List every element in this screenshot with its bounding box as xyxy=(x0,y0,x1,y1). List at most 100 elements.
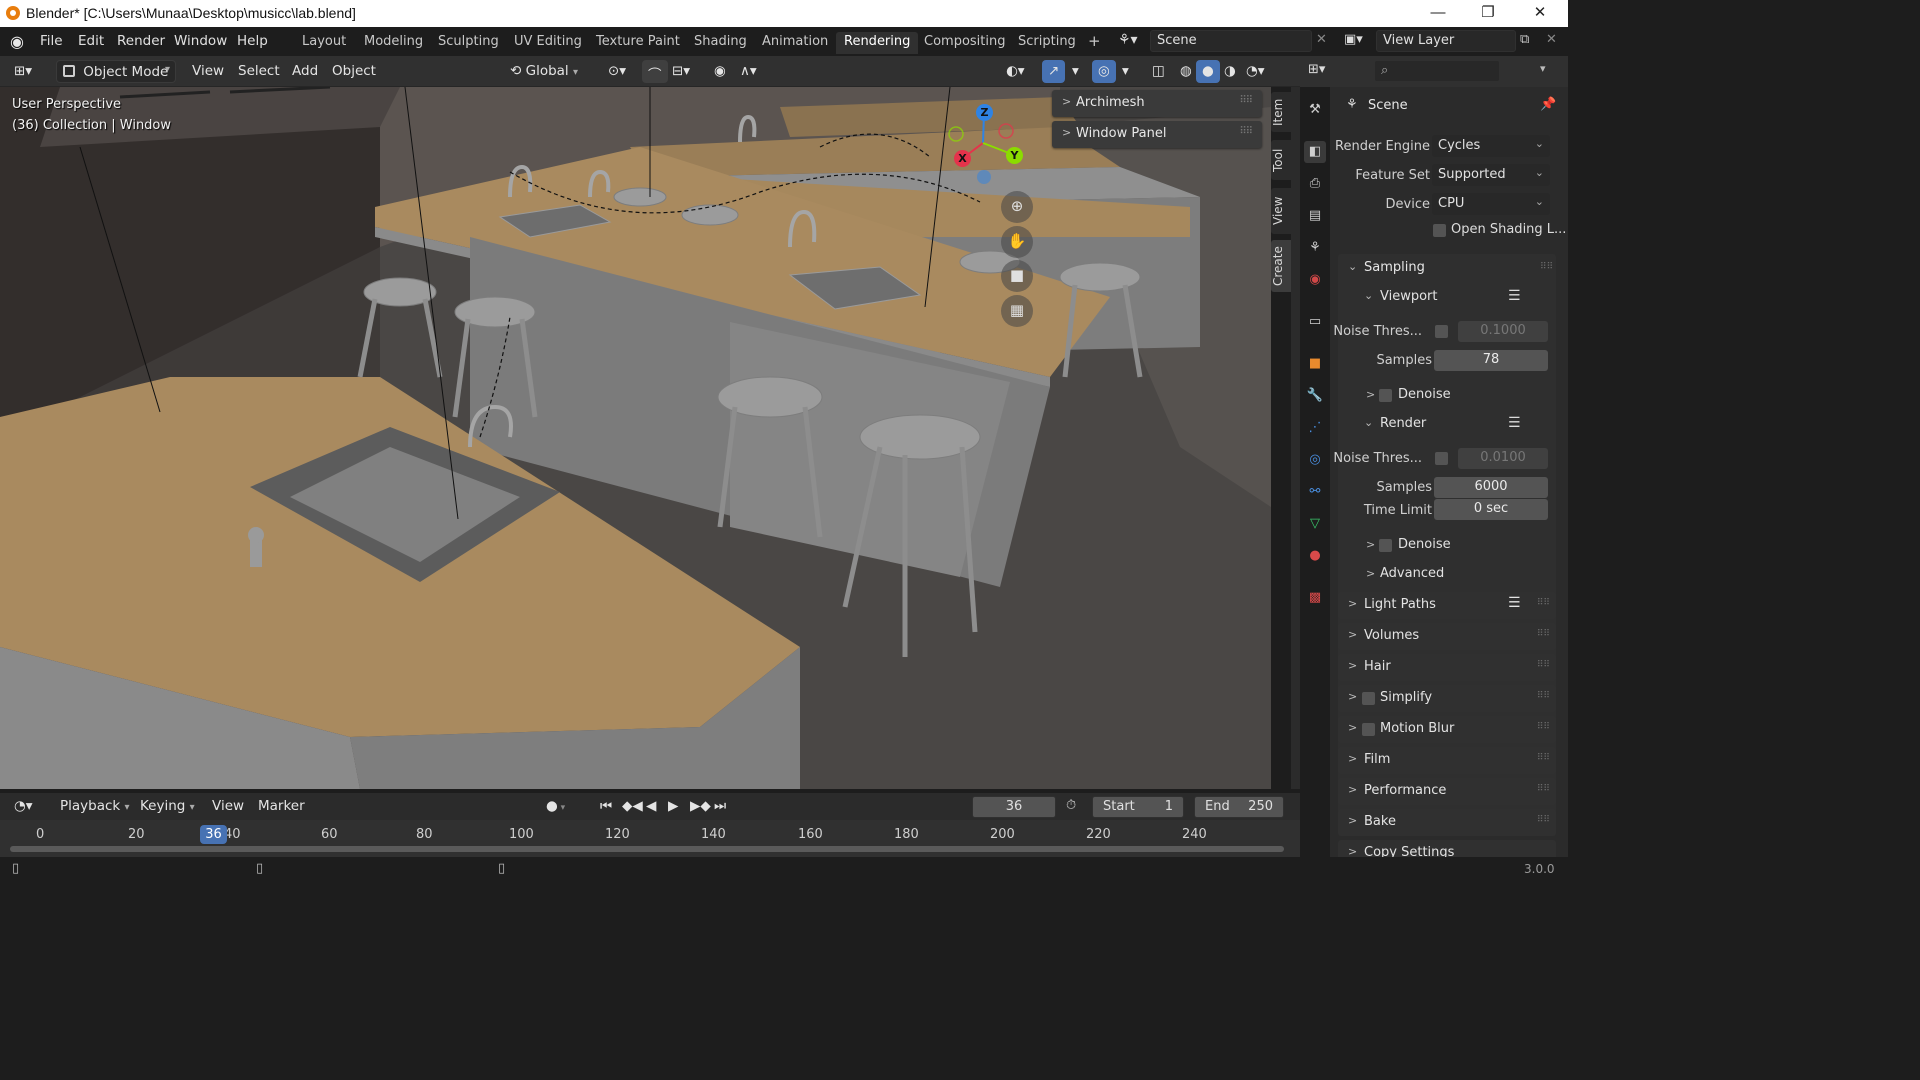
editor-type-icon[interactable]: ⊞▾ xyxy=(8,60,38,83)
gizmo-dropdown-icon[interactable]: ▾ xyxy=(1066,60,1085,83)
properties-options-icon[interactable]: ▾ xyxy=(1540,62,1546,75)
tab-compositing[interactable]: Compositing xyxy=(916,32,1014,54)
viewport-samples-field[interactable]: 78 xyxy=(1434,350,1548,371)
device-dropdown[interactable]: CPU ⌄ xyxy=(1432,193,1550,215)
end-frame-field[interactable]: End 250 xyxy=(1194,796,1284,818)
pan-hand-icon[interactable]: ✋ xyxy=(1001,226,1033,258)
play-icon[interactable]: ▶ xyxy=(662,795,684,818)
properties-editor-type-icon[interactable]: ⊞▾ xyxy=(1308,62,1325,77)
modifier-tab-icon[interactable]: 🔧 xyxy=(1304,385,1326,407)
motion-blur-checkbox[interactable] xyxy=(1362,723,1375,736)
viewport-denoise-checkbox[interactable] xyxy=(1379,389,1392,402)
presets-list-icon[interactable]: ☰ xyxy=(1508,595,1521,611)
material-tab-icon[interactable]: ● xyxy=(1304,545,1326,567)
overlays-dropdown-icon[interactable]: ▾ xyxy=(1116,60,1135,83)
panel-window[interactable]: > Window Panel ⠿⠿ xyxy=(1052,121,1262,148)
object-tab-icon[interactable]: ■ xyxy=(1304,353,1326,375)
section-volumes[interactable]: > Volumes ⠿⠿ xyxy=(1338,623,1556,650)
tool-tab-icon[interactable]: ⚒ xyxy=(1304,99,1326,121)
transform-orientation-dropdown[interactable]: ⟲ Global ▾ xyxy=(504,60,594,83)
menu-view[interactable]: View xyxy=(186,60,230,83)
tab-layout[interactable]: Layout xyxy=(294,32,354,54)
gizmo-toggle-icon[interactable]: ↗ xyxy=(1042,60,1066,83)
drag-grip-icon[interactable]: ⠿⠿ xyxy=(1239,95,1253,106)
section-motion-blur[interactable]: > Motion Blur ⠿⠿ xyxy=(1338,716,1556,743)
panel-archimesh[interactable]: > Archimesh ⠿⠿ xyxy=(1052,90,1262,117)
menu-edit[interactable]: Edit xyxy=(78,33,104,49)
tab-scripting[interactable]: Scripting xyxy=(1010,32,1084,54)
section-performance[interactable]: > Performance ⠿⠿ xyxy=(1338,778,1556,805)
chevron-down-icon[interactable]: ⌄ xyxy=(1364,289,1373,302)
collection-tab-icon[interactable]: ▭ xyxy=(1304,311,1326,333)
zoom-icon[interactable]: ⊕ xyxy=(1001,191,1033,223)
scene-remove-icon[interactable]: ✕ xyxy=(1316,32,1327,47)
render-engine-dropdown[interactable]: Cycles ⌄ xyxy=(1432,135,1550,157)
section-hair[interactable]: > Hair ⠿⠿ xyxy=(1338,654,1556,681)
drag-grip-icon[interactable]: ⠿⠿ xyxy=(1537,784,1550,794)
advanced-subpanel[interactable]: Advanced xyxy=(1380,566,1444,581)
scene-field[interactable]: Scene xyxy=(1150,30,1312,52)
view-layer-remove-icon[interactable]: ✕ xyxy=(1546,32,1557,47)
ortho-grid-icon[interactable]: ▦ xyxy=(1001,295,1033,327)
falloff-icon[interactable]: ∧▾ xyxy=(734,60,763,83)
jump-start-icon[interactable]: ⏮ xyxy=(594,795,618,818)
wireframe-shading-icon[interactable]: ◍ xyxy=(1174,60,1198,83)
render-subpanel[interactable]: Render xyxy=(1380,416,1426,431)
gizmo-x-axis[interactable]: X xyxy=(954,150,971,167)
play-reverse-icon[interactable]: ◀ xyxy=(640,795,662,818)
tab-animation[interactable]: Animation xyxy=(754,32,836,54)
pin-icon[interactable]: 📌 xyxy=(1540,97,1556,112)
tab-texture-paint[interactable]: Texture Paint xyxy=(588,32,688,54)
xray-toggle-icon[interactable]: ◫ xyxy=(1146,60,1171,83)
section-film[interactable]: > Film ⠿⠿ xyxy=(1338,747,1556,774)
chevron-right-icon[interactable]: > xyxy=(1366,388,1375,401)
tab-shading[interactable]: Shading xyxy=(686,32,755,54)
new-view-layer-icon[interactable]: ⧉ xyxy=(1520,32,1529,47)
tab-view[interactable]: View xyxy=(1271,188,1291,234)
camera-view-icon[interactable]: ■ xyxy=(1001,260,1033,292)
timeline-ruler[interactable]: 0 20 40 60 80 100 120 140 160 180 200 22… xyxy=(0,822,1300,852)
open-shading-checkbox[interactable] xyxy=(1433,224,1446,237)
maximize-button[interactable]: ❐ xyxy=(1462,0,1514,27)
chevron-down-icon[interactable]: ⌄ xyxy=(1348,260,1357,273)
snap-toggle-icon[interactable]: ⌒ xyxy=(642,60,668,83)
presets-list-icon[interactable]: ☰ xyxy=(1508,288,1521,304)
timeline-editor-type-icon[interactable]: ◔▾ xyxy=(8,795,39,818)
blender-menu-icon[interactable]: ◉ xyxy=(10,32,30,51)
scene-tab-icon[interactable]: ⚘ xyxy=(1304,237,1326,259)
chevron-right-icon[interactable]: > xyxy=(1366,567,1375,580)
properties-search-input[interactable]: ⌕ xyxy=(1374,60,1500,82)
object-mode-dropdown[interactable]: Object Mode ▾ xyxy=(56,60,176,83)
visibility-icon[interactable]: ◐▾ xyxy=(1000,60,1031,83)
menu-select[interactable]: Select xyxy=(232,60,286,83)
record-icon[interactable]: ● ▾ xyxy=(540,795,571,818)
drag-grip-icon[interactable]: ⠿⠿ xyxy=(1537,722,1550,732)
playhead[interactable]: 36 xyxy=(200,825,227,844)
render-denoise-checkbox[interactable] xyxy=(1379,539,1392,552)
simplify-checkbox[interactable] xyxy=(1362,692,1375,705)
output-tab-icon[interactable]: ⎙ xyxy=(1304,173,1326,195)
start-frame-field[interactable]: Start 1 xyxy=(1092,796,1184,818)
viewport-noise-field[interactable]: 0.1000 xyxy=(1458,321,1548,342)
tab-modeling[interactable]: Modeling xyxy=(356,32,431,54)
drag-grip-icon[interactable]: ⠿⠿ xyxy=(1537,691,1550,701)
drag-grip-icon[interactable]: ⠿⠿ xyxy=(1537,753,1550,763)
overlays-toggle-icon[interactable]: ◎ xyxy=(1092,60,1116,83)
gizmo-y-axis[interactable]: Y xyxy=(1006,147,1023,164)
proportional-edit-icon[interactable]: ◉ xyxy=(708,60,732,83)
tab-item[interactable]: Item xyxy=(1271,92,1291,132)
tab-uv-editing[interactable]: UV Editing xyxy=(506,32,590,54)
chevron-right-icon[interactable]: > xyxy=(1366,538,1375,551)
drag-grip-icon[interactable]: ⠿⠿ xyxy=(1239,126,1253,137)
drag-grip-icon[interactable]: ⠿⠿ xyxy=(1537,815,1550,825)
playback-menu[interactable]: Playback ▾ xyxy=(54,795,136,818)
section-copy-settings[interactable]: > Copy Settings xyxy=(1338,840,1556,857)
time-limit-field[interactable]: 0 sec xyxy=(1434,499,1548,520)
minimize-button[interactable]: — xyxy=(1412,0,1464,27)
timeline-view-menu[interactable]: View xyxy=(206,795,250,818)
section-simplify[interactable]: > Simplify ⠿⠿ xyxy=(1338,685,1556,712)
gizmo-z-axis[interactable]: Z xyxy=(976,104,993,121)
viewport-subpanel[interactable]: Viewport xyxy=(1380,289,1438,304)
render-samples-field[interactable]: 6000 xyxy=(1434,477,1548,498)
material-shading-icon[interactable]: ◑ xyxy=(1218,60,1242,83)
